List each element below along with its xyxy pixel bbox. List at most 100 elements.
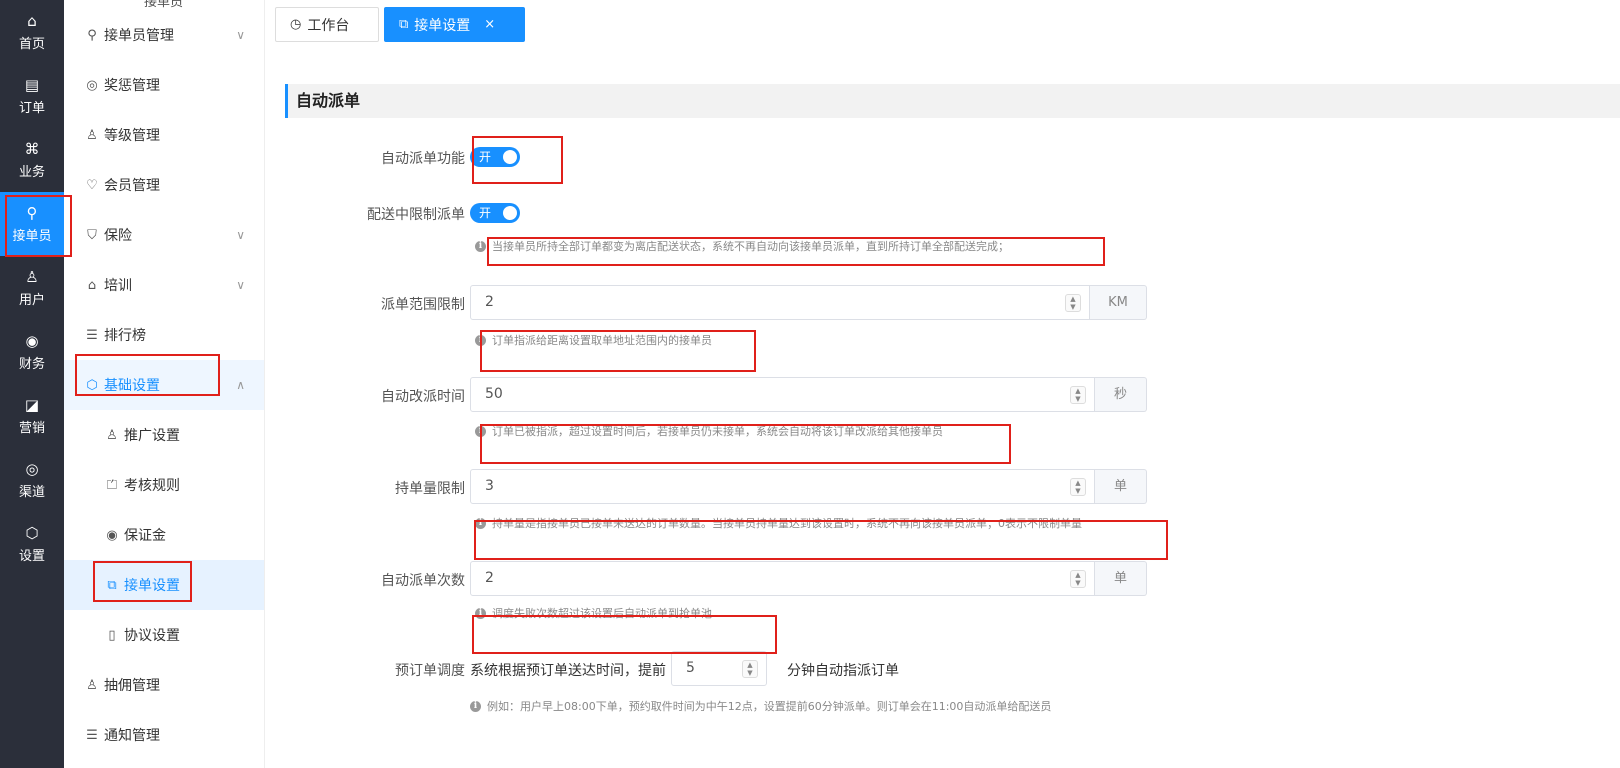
input-value: 5 [686,660,695,676]
sidebar-item-assessment[interactable]: ⏍ 考核规则 [64,460,264,510]
rail-item-label: 接单员 [12,228,52,244]
field-label: 派单范围限制 [381,297,465,313]
rail-item-label: 财务 [18,356,45,372]
sidebar-item-training[interactable]: ⌂ 培训 ∨ [64,260,264,310]
range-limit-input[interactable]: 2 ▲ ▼ [470,285,1090,320]
tab-order-settings[interactable]: ⧉ 接单设置 × [384,7,525,42]
user-icon: ♙ [25,267,39,286]
tab-label: 接单设置 [414,17,471,34]
input-value: 2 [485,294,494,310]
rail-item-user[interactable]: ♙ 用户 [0,256,64,320]
sidebar-item-commission[interactable]: ♙ 抽佣管理 [64,660,264,710]
sidebar-item-label: 培训 [104,278,132,294]
sidebar-item-insurance[interactable]: ⛉ 保险 ∨ [64,210,264,260]
holding-limit-input[interactable]: 3 ▲ ▼ [470,469,1095,504]
sidebar-group-title: 接单员 [144,0,184,10]
rider-icon: ⚲ [26,203,38,222]
sidebar-item-agreement[interactable]: ▯ 协议设置 [64,610,264,660]
order-icon: ▤ [24,75,40,94]
rail-item-finance[interactable]: ◉ 财务 [0,320,64,384]
sidebar-item-members[interactable]: ♡ 会员管理 [64,160,264,210]
info-icon: i [475,517,486,529]
sidebar-item-promotion[interactable]: ♙ 推广设置 [64,410,264,460]
business-icon: ⌘ [24,139,40,158]
hint-text: 订单指派给距离设置取单地址范围内的接单员 [492,334,712,347]
sidebar-item-label: 基础设置 [104,378,160,394]
hint-text: 调度失败次数超过该设置后自动派单到抢单池 [492,607,712,620]
dispatch-times-input[interactable]: 2 ▲ ▼ [470,561,1095,596]
sidebar-item-label: 接单设置 [124,578,180,594]
alarm-icon: ⏍ [107,477,117,493]
hint-text: 持单量是指接单员已接单未送达的订单数量。当接单员持单量达到该设置时，系统不再向该… [492,517,1082,530]
sidebar-item-rider-management[interactable]: ⚲ 接单员管理 ∨ [64,10,264,60]
settings-icon: ⬡ [25,523,39,542]
auto-dispatch-toggle[interactable]: 开 [470,147,520,167]
sidebar-item-label: 等级管理 [104,128,160,144]
preorder-minutes-input[interactable]: 5 ▲ ▼ [671,651,767,686]
input-value: 3 [485,478,494,494]
sidebar-item-order-settings[interactable]: ⧉ 接单设置 [64,560,264,610]
list-icon: ☰ [86,727,98,743]
preorder-prefix: 系统根据预订单送达时间，提前 [470,663,666,679]
chevron-down-icon: ∨ [236,28,245,42]
tab-workbench[interactable]: ◷ 工作台 [275,7,379,42]
book-icon: ▯ [108,627,116,643]
bike-icon: ⚲ [87,27,97,43]
number-stepper-icon[interactable]: ▲ ▼ [1070,478,1086,496]
sidebar-item-basic-settings[interactable]: ⬡ 基础设置 ∧ [64,360,264,410]
rail-item-rider[interactable]: ⚲ 接单员 [0,192,64,256]
toggle-knob [503,206,517,220]
sidebar-item-notifications[interactable]: ☰ 通知管理 [64,710,264,760]
field-label: 自动派单功能 [381,151,465,167]
reassign-time-input[interactable]: 50 ▲ ▼ [470,377,1095,412]
copy-icon: ⧉ [107,577,117,593]
chevron-down-icon: ∨ [236,278,245,292]
sub-sidebar: 接单员 ⚲ 接单员管理 ∨ ◎ 奖惩管理 ♙ 等级管理 ♡ 会员管理 ⛉ 保险 … [64,0,265,768]
sidebar-item-rewards[interactable]: ◎ 奖惩管理 [64,60,264,110]
rail-item-label: 用户 [18,292,45,308]
channel-icon: ◎ [25,459,39,478]
sidebar-item-levels[interactable]: ♙ 等级管理 [64,110,264,160]
hint-text: 订单已被指派，超过设置时间后，若接单员仍未接单，系统会自动将该订单改派给其他接单… [492,425,943,438]
rail-item-channel[interactable]: ◎ 渠道 [0,448,64,512]
close-icon[interactable]: × [484,17,495,32]
marketing-icon: ◪ [24,395,40,414]
number-stepper-icon[interactable]: ▲ ▼ [1070,386,1086,404]
sidebar-item-ranking[interactable]: ☰ 排行榜 [64,310,264,360]
shield-icon: ⛉ [87,227,97,243]
rail-item-marketing[interactable]: ◪ 营销 [0,384,64,448]
toggle-text: 开 [479,150,492,164]
rail-item-label: 首页 [18,36,45,52]
unit-addon: 秒 [1095,377,1147,412]
rail-item-settings[interactable]: ⬡ 设置 [0,512,64,576]
rail-item-home[interactable]: ⌂ 首页 [0,0,64,64]
hint-text: 当接单员所持全部订单都变为离店配送状态，系统不再自动向该接单员派单，直到所持订单… [492,240,1009,253]
rail-item-label: 营销 [18,420,45,436]
rail-item-label: 渠道 [18,484,45,500]
delivery-limit-toggle[interactable]: 开 [470,203,520,223]
unit-addon: KM [1090,285,1147,320]
number-stepper-icon[interactable]: ▲ ▼ [1065,294,1081,312]
number-stepper-icon[interactable]: ▲ ▼ [1070,570,1086,588]
medal-icon: ◎ [86,77,98,93]
field-hint: i 订单已被指派，超过设置时间后，若接单员仍未接单，系统会自动将该订单改派给其他… [475,423,943,439]
number-stepper-icon[interactable]: ▲ ▼ [742,660,758,678]
sidebar-item-label: 抽佣管理 [104,678,160,694]
coin-icon: ◉ [106,527,118,543]
rail-item-label: 订单 [18,100,45,116]
sidebar-item-label: 排行榜 [104,328,146,344]
main-nav-rail: ⌂ 首页 ▤ 订单 ⌘ 业务 ⚲ 接单员 ♙ 用户 ◉ 财务 ◪ 营销 ◎ 渠道… [0,0,64,768]
field-label: 自动改派时间 [381,389,465,405]
rail-item-label: 业务 [18,164,45,180]
rail-item-business[interactable]: ⌘ 业务 [0,128,64,192]
field-hint: i 例如：用户早上08:00下单，预约取件时间为中午12点，设置提前60分钟派单… [470,698,1051,714]
toggle-text: 开 [479,206,492,220]
rail-item-orders[interactable]: ▤ 订单 [0,64,64,128]
sidebar-item-label: 奖惩管理 [104,78,160,94]
sidebar-item-deposit[interactable]: ◉ 保证金 [64,510,264,560]
section-title: 自动派单 [285,84,1620,118]
field-hint: i 调度失败次数超过该设置后自动派单到抢单池 [475,605,712,621]
settings-icon: ⬡ [86,377,98,393]
settings-panel: 自动派单 自动派单功能 开 配送中限制派单 开 i 当接单员所持全部订单都变为离… [265,50,1620,768]
input-value: 50 [485,386,503,402]
